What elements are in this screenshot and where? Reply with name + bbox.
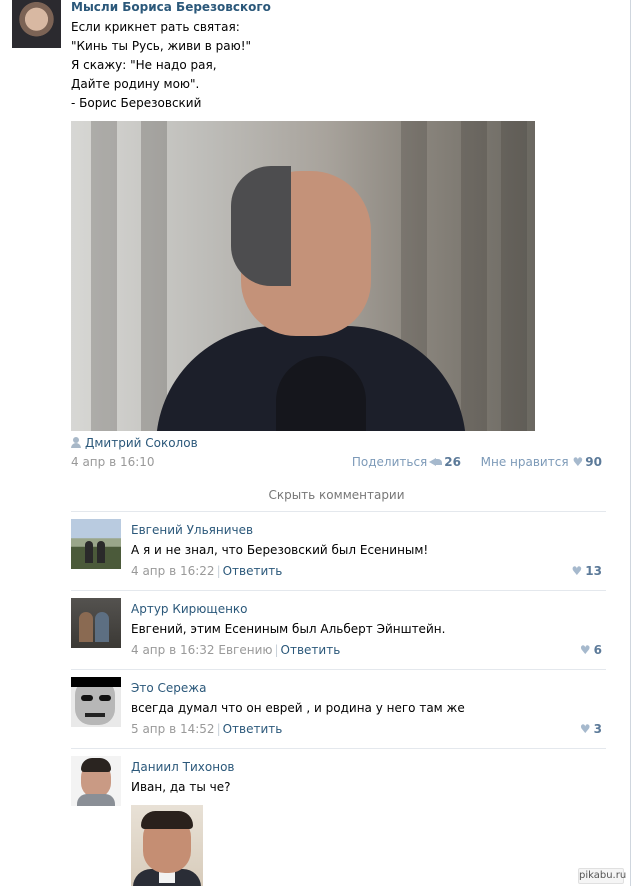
heart-icon: ♥: [572, 455, 584, 469]
commenter-avatar[interactable]: [71, 677, 121, 727]
post-author-link[interactable]: Мысли Бориса Березовского: [71, 0, 271, 14]
reply-button[interactable]: Ответить: [281, 643, 341, 657]
comment-item: Артур Кирющенко Евгений, этим Есениным б…: [71, 591, 606, 670]
comment-date[interactable]: 5 апр в 14:52: [131, 722, 215, 736]
comment-text: Евгений, этим Есениным был Альберт Эйншт…: [131, 622, 446, 636]
like-label: Мне нравится: [480, 455, 569, 469]
meta-divider: |: [216, 564, 221, 578]
post-text: Если крикнет рать святая: "Кинь ты Русь,…: [71, 20, 252, 110]
commenter-avatar[interactable]: [71, 756, 121, 806]
comment-like-count: 6: [593, 643, 602, 657]
like-button[interactable]: Мне нравится ♥ 90: [481, 455, 602, 469]
comment-date[interactable]: 4 апр в 16:32: [131, 643, 215, 657]
page-frame: Мысли Бориса Березовского Если крикнет р…: [0, 0, 631, 886]
comment-like-button[interactable]: ♥ 6: [580, 643, 602, 657]
post-photo[interactable]: [71, 121, 535, 431]
reply-to[interactable]: Евгению: [218, 643, 272, 657]
comment-text: А я и не знал, что Березовский был Есени…: [131, 543, 429, 557]
meta-divider: |: [216, 722, 221, 736]
attribution-name[interactable]: Дмитрий Соколов: [85, 436, 198, 450]
comment-meta: 4 апр в 16:32 Евгению | Ответить: [131, 643, 340, 657]
like-count: 90: [585, 455, 602, 469]
comment-like-button[interactable]: ♥ 13: [572, 564, 602, 578]
reply-button[interactable]: Ответить: [223, 722, 283, 736]
commenter-avatar[interactable]: [71, 598, 121, 648]
comment-item: Евгений Ульяничев А я и не знал, что Бер…: [71, 512, 606, 591]
commenter-avatar[interactable]: [71, 519, 121, 569]
commenter-name[interactable]: Даниил Тихонов: [131, 760, 235, 774]
comment-attached-photo[interactable]: [131, 805, 203, 886]
comment-like-button[interactable]: ♥ 3: [580, 722, 602, 736]
person-icon: [71, 437, 81, 448]
comment-text: Иван, да ты че?: [131, 780, 231, 794]
comment-item: Это Сережа всегда думал что он еврей , и…: [71, 670, 606, 749]
commenter-name[interactable]: Артур Кирющенко: [131, 602, 248, 616]
post-date[interactable]: 4 апр в 16:10: [71, 455, 155, 469]
meta-divider: |: [274, 643, 279, 657]
comment-meta: 5 апр в 14:52 | Ответить: [131, 722, 282, 736]
commenter-name[interactable]: Это Сережа: [131, 681, 206, 695]
post-author-avatar[interactable]: [12, 0, 61, 48]
post-actions: Поделиться 26 Мне нравится ♥ 90: [352, 455, 602, 469]
commenter-name[interactable]: Евгений Ульяничев: [131, 523, 253, 537]
post-meta: 4 апр в 16:10 Поделиться 26 Мне нравится ♥…: [71, 455, 602, 473]
hide-comments-link[interactable]: Скрыть комментарии: [71, 488, 602, 502]
share-count: 26: [444, 455, 461, 469]
reply-button[interactable]: Ответить: [223, 564, 283, 578]
heart-icon: ♥: [579, 722, 591, 736]
comment-meta: 4 апр в 16:22 | Ответить: [131, 564, 282, 578]
comment-date[interactable]: 4 апр в 16:22: [131, 564, 215, 578]
megaphone-icon: [429, 456, 443, 467]
comment-like-count: 13: [585, 564, 602, 578]
share-label: Поделиться: [351, 455, 428, 469]
comment-text: всегда думал что он еврей , и родина у н…: [131, 701, 465, 715]
share-button[interactable]: Поделиться 26: [352, 455, 461, 469]
heart-icon: ♥: [579, 643, 591, 657]
photo-attribution[interactable]: Дмитрий Соколов: [71, 436, 198, 450]
pikabu-watermark: pikabu.ru: [578, 868, 626, 884]
heart-icon: ♥: [571, 564, 583, 578]
comment-like-count: 3: [593, 722, 602, 736]
